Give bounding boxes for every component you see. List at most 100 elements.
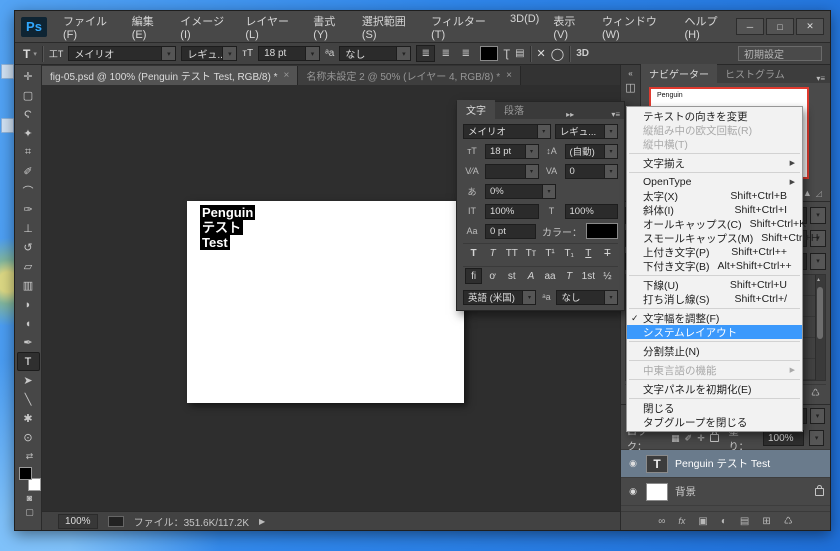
3d-button[interactable]: 3D: [576, 48, 589, 59]
resize-grip-icon[interactable]: ◿: [816, 189, 822, 198]
close-tab-icon[interactable]: ×: [283, 70, 289, 81]
layers-footer-icon[interactable]: ♺: [784, 516, 793, 527]
tool-button[interactable]: ⌒: [17, 181, 40, 200]
window-control-button[interactable]: □: [766, 18, 794, 35]
layer-row[interactable]: ◉ 背景: [621, 478, 830, 506]
opentype-feature-button[interactable]: 1st: [580, 268, 597, 284]
context-menu-item[interactable]: 閉じる: [627, 401, 802, 415]
context-menu-item[interactable]: 上付き文字(P) Shift+Ctrl++: [627, 245, 802, 259]
tool-button[interactable]: ◗: [17, 295, 40, 314]
text-align-button[interactable]: ≣: [456, 45, 475, 62]
context-menu-item[interactable]: 文字パネルを初期化(E): [627, 382, 802, 396]
document-canvas[interactable]: Penguin テスト Test: [187, 201, 464, 403]
opentype-feature-button[interactable]: A: [522, 268, 539, 284]
type-style-button[interactable]: T: [580, 245, 597, 261]
status-options-arrow[interactable]: ▶: [259, 517, 265, 526]
panel-menu-icon[interactable]: ▾≡: [607, 110, 624, 119]
tool-button[interactable]: ⌗: [17, 143, 40, 162]
anti-alias-select[interactable]: なし: [339, 46, 411, 61]
layer-thumbnail[interactable]: [646, 483, 668, 501]
context-menu-item[interactable]: タブグループを閉じる: [627, 415, 802, 429]
context-menu-item[interactable]: スモールキャップス(M) Shift+Ctrl+H: [627, 231, 802, 245]
tool-button[interactable]: ╲: [17, 390, 40, 409]
menu-bar-item[interactable]: ファイル(F): [57, 10, 124, 44]
scrollbar[interactable]: ▴: [815, 275, 825, 380]
zoom-level-field[interactable]: 100%: [58, 514, 98, 529]
document-tab[interactable]: 名称未設定 2 @ 50% (レイヤー 4, RGB/8) * ×: [298, 66, 521, 85]
layer-visibility-icon[interactable]: ◉: [627, 458, 639, 469]
tool-button[interactable]: ✱: [17, 409, 40, 428]
screen-mode-button[interactable]: ▢: [25, 505, 34, 519]
text-orientation-button[interactable]: 工T: [49, 47, 64, 60]
chevron-down-icon[interactable]: [222, 47, 236, 60]
opentype-feature-button[interactable]: st: [503, 268, 520, 284]
text-align-button[interactable]: ≣: [436, 45, 455, 62]
layer-thumbnail[interactable]: T: [646, 455, 668, 473]
chevron-down-icon[interactable]: [525, 165, 538, 178]
type-style-button[interactable]: T¹: [542, 245, 559, 261]
tool-button[interactable]: T: [17, 352, 40, 371]
toggle-panels-button[interactable]: ▤: [515, 48, 524, 59]
layer-visibility-icon[interactable]: ◉: [627, 486, 639, 497]
layers-footer-icon[interactable]: ▣: [698, 516, 707, 527]
menu-bar-item[interactable]: 編集(E): [126, 10, 173, 44]
close-tab-icon[interactable]: ×: [506, 70, 512, 81]
tool-button[interactable]: ▢: [17, 86, 40, 105]
window-control-button[interactable]: ─: [736, 18, 764, 35]
layer-name[interactable]: 背景: [675, 484, 808, 499]
menu-bar-item[interactable]: 3D(D): [504, 10, 545, 44]
lock-transparency-icon[interactable]: ▦: [671, 433, 680, 444]
quick-mask-button[interactable]: ◙: [27, 491, 32, 505]
chevron-down-icon[interactable]: [542, 185, 555, 198]
chevron-down-icon[interactable]: [809, 430, 824, 446]
horizontal-scale-field[interactable]: 100%: [565, 204, 619, 219]
layers-footer-icon[interactable]: ◐: [721, 516, 727, 527]
context-menu-item[interactable]: 斜体(I) Shift+Ctrl+I: [627, 203, 802, 217]
tool-button[interactable]: ↺: [17, 238, 40, 257]
context-menu-item[interactable]: 打ち消し線(S) Shift+Ctrl+/: [627, 292, 802, 306]
foreground-color-swatch[interactable]: [19, 467, 32, 480]
type-style-button[interactable]: Tᴛ: [522, 245, 539, 261]
font-style-select[interactable]: レギュ...: [555, 124, 618, 139]
tool-button[interactable]: ✐: [17, 162, 40, 181]
swap-colors-icon[interactable]: ⇄: [26, 449, 34, 463]
tool-button[interactable]: ▱: [17, 257, 40, 276]
character-panel-icon[interactable]: ◫: [625, 81, 635, 94]
chevron-down-icon[interactable]: [810, 408, 825, 424]
context-menu-item[interactable]: ✓ 文字幅を調整(F): [627, 311, 802, 325]
vertical-scale-field[interactable]: 100%: [485, 204, 539, 219]
anti-alias-select[interactable]: なし: [556, 290, 618, 305]
chevron-down-icon[interactable]: [525, 145, 538, 158]
language-select[interactable]: 英語 (米国): [463, 290, 536, 305]
scrollbar-thumb[interactable]: [817, 287, 823, 339]
context-menu-item[interactable]: システムレイアウト: [627, 325, 802, 339]
text-align-button[interactable]: ≣: [416, 45, 435, 62]
menu-bar-item[interactable]: ウィンドウ(W): [596, 10, 677, 44]
type-style-button[interactable]: T: [484, 245, 501, 261]
desktop-icon[interactable]: [1, 64, 14, 79]
scroll-up-icon[interactable]: ▴: [817, 276, 820, 283]
tool-button[interactable]: ⊥: [17, 219, 40, 238]
context-menu-item[interactable]: 太字(X) Shift+Ctrl+B: [627, 189, 802, 203]
tool-button[interactable]: ▥: [17, 276, 40, 295]
text-color-swatch[interactable]: [480, 46, 498, 61]
document-tab[interactable]: fig-05.psd @ 100% (Penguin テスト Test, RGB…: [42, 66, 298, 85]
type-style-button[interactable]: T: [465, 245, 482, 261]
desktop-icon[interactable]: [1, 118, 14, 133]
chevron-down-icon[interactable]: [522, 291, 535, 304]
menu-bar-item[interactable]: フィルター(T): [425, 10, 502, 44]
menu-bar-item[interactable]: イメージ(I): [174, 10, 237, 44]
chevron-down-icon[interactable]: [537, 125, 550, 138]
layers-footer-icon[interactable]: ▤: [740, 516, 749, 527]
tool-button[interactable]: ◖: [17, 314, 40, 333]
chevron-down-icon[interactable]: [604, 291, 617, 304]
context-menu-item[interactable]: 分割禁止(N): [627, 344, 802, 358]
layers-footer-icon[interactable]: fx: [678, 516, 685, 526]
menu-bar-item[interactable]: 書式(Y): [307, 10, 354, 44]
context-menu-item[interactable]: OpenType ▶: [627, 175, 802, 189]
font-style-select[interactable]: レギュ...: [181, 46, 237, 61]
panel-menu-icon[interactable]: ▾≡: [811, 74, 830, 83]
commit-edit-button[interactable]: ◯: [551, 47, 564, 61]
chevron-down-icon[interactable]: [604, 165, 617, 178]
font-size-select[interactable]: 18 pt: [485, 144, 539, 159]
